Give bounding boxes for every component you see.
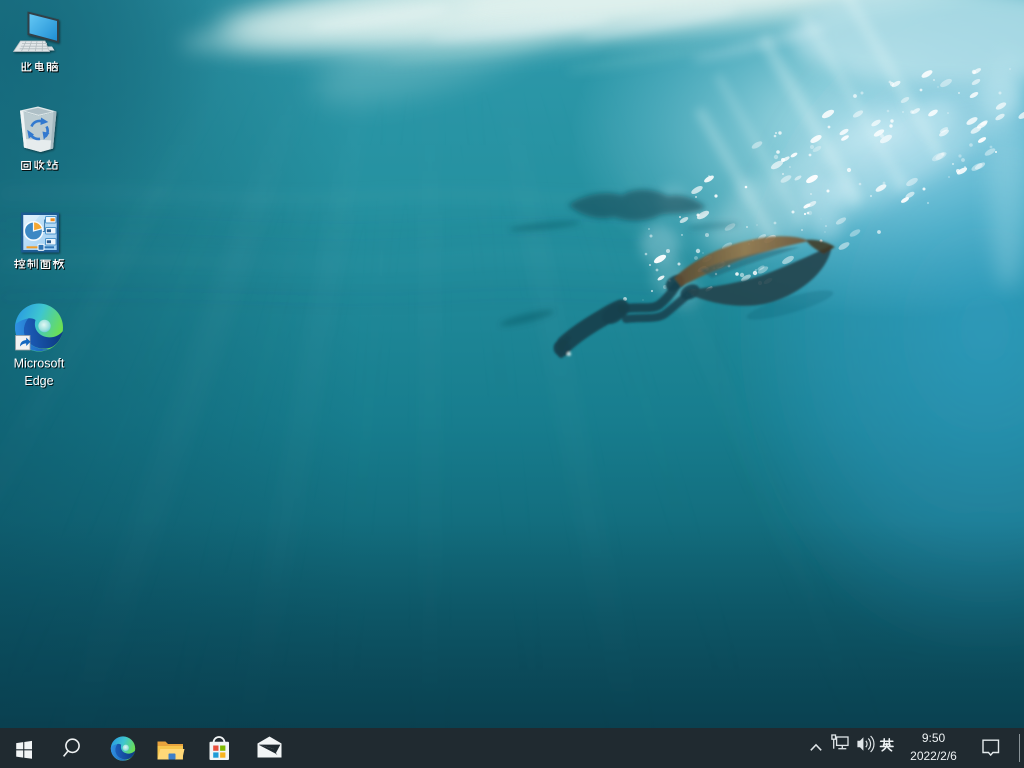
svg-text:Edge: Edge — [24, 374, 53, 388]
svg-text:Microsoft: Microsoft — [14, 357, 65, 371]
svg-text:2022/2/6: 2022/2/6 — [910, 749, 957, 763]
svg-text:9:50: 9:50 — [922, 731, 946, 745]
